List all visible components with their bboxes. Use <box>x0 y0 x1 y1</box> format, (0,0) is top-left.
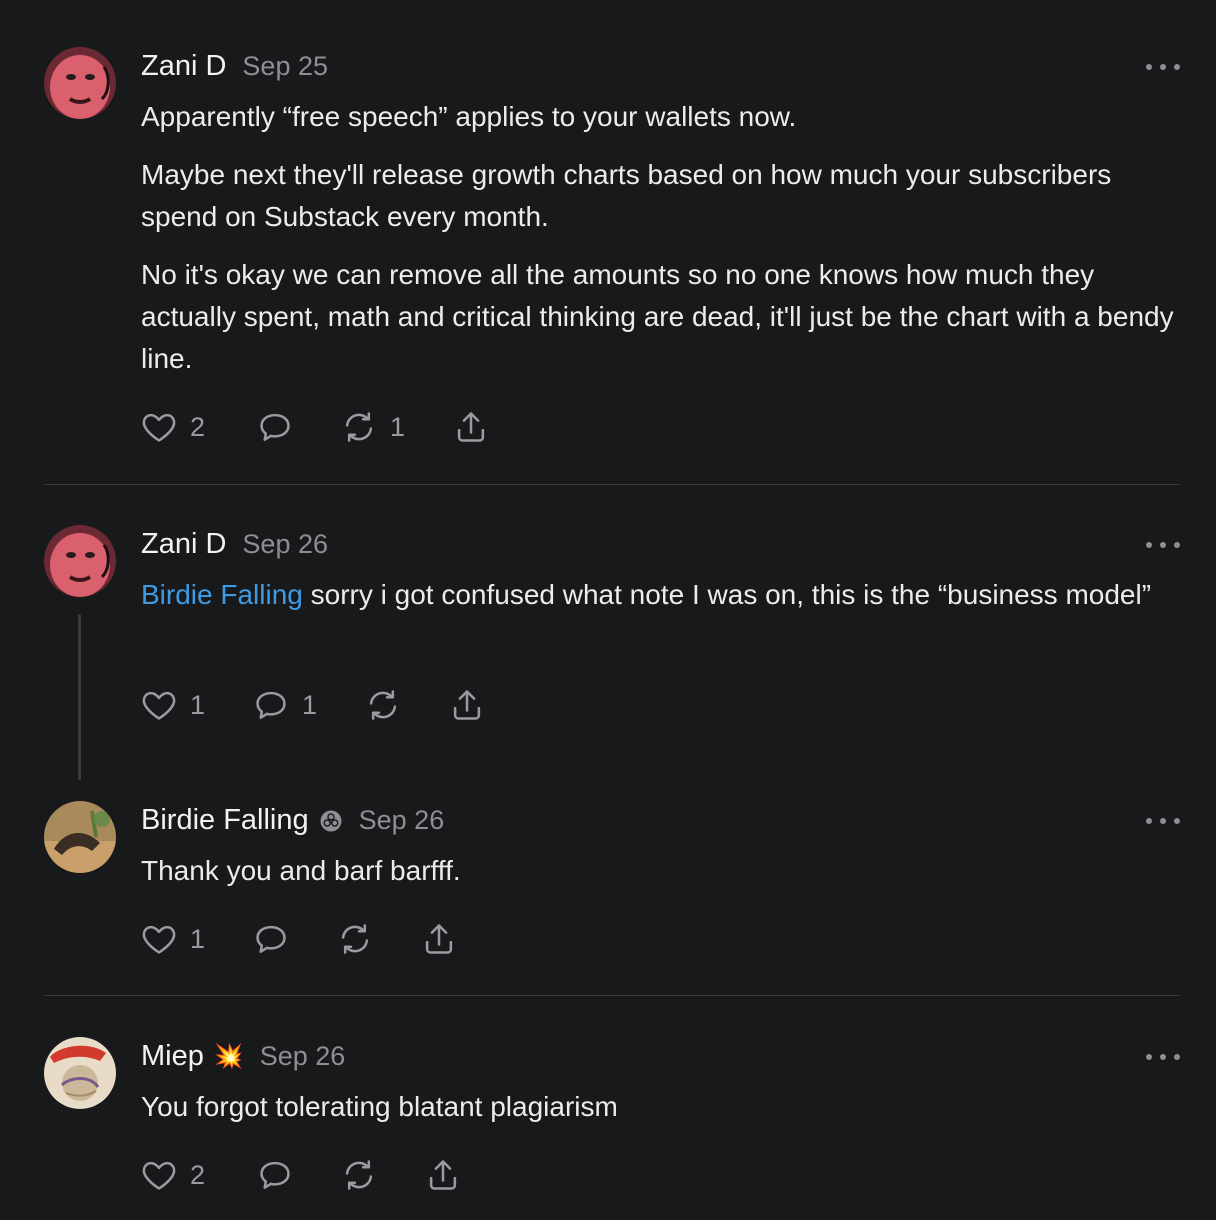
divider <box>44 484 1180 485</box>
note-header: Zani D Sep 26 <box>141 528 328 561</box>
note-body: You forgot tolerating blatant plagiarism <box>141 1086 1181 1144</box>
note-actions: 1 <box>140 920 458 958</box>
author-name[interactable]: Zani D <box>141 528 226 561</box>
note-text: sorry i got confused what note I was on,… <box>302 579 1152 610</box>
note-paragraph: Apparently “free speech” applies to your… <box>141 101 797 132</box>
heart-icon <box>140 686 178 724</box>
restack-button[interactable] <box>336 920 420 958</box>
share-button[interactable] <box>420 920 458 958</box>
like-count: 2 <box>190 1159 206 1190</box>
note-paragraph: No it's okay we can remove all the amoun… <box>141 259 1174 374</box>
share-icon <box>452 408 490 446</box>
share-button[interactable] <box>448 686 486 724</box>
heart-icon <box>140 408 178 446</box>
comment-button[interactable] <box>256 408 340 446</box>
note-body: Birdie Falling sorry i got confused what… <box>141 574 1181 632</box>
like-count: 1 <box>190 923 206 954</box>
avatar[interactable] <box>44 801 116 873</box>
like-count: 2 <box>190 411 206 442</box>
note-date[interactable]: Sep 26 <box>242 529 328 560</box>
note-text: You forgot tolerating blatant plagiarism <box>141 1091 618 1122</box>
more-options-icon[interactable] <box>1146 535 1180 555</box>
avatar[interactable] <box>44 1037 116 1109</box>
note-actions: 2 1 <box>140 408 490 446</box>
thread-line <box>78 614 81 780</box>
note-header: Zani D Sep 25 <box>141 50 328 83</box>
heart-icon <box>140 920 178 958</box>
restack-button[interactable] <box>364 686 448 724</box>
like-button[interactable]: 2 <box>140 408 256 446</box>
restack-icon <box>340 408 378 446</box>
author-name[interactable]: Zani D <box>141 50 226 83</box>
note-text: Thank you and barf barfff. <box>141 855 461 886</box>
comment-icon <box>252 686 290 724</box>
note-date[interactable]: Sep 26 <box>359 805 445 836</box>
comment-icon <box>252 920 290 958</box>
note-date[interactable]: Sep 25 <box>242 51 328 82</box>
note-header: Miep 💥 Sep 26 <box>141 1040 345 1073</box>
share-button[interactable] <box>424 1156 462 1194</box>
comment-count: 1 <box>302 689 318 720</box>
restack-count: 1 <box>390 411 406 442</box>
restack-button[interactable]: 1 <box>340 408 452 446</box>
note-actions: 2 <box>140 1156 462 1194</box>
note-paragraph: Maybe next they'll release growth charts… <box>141 159 1112 232</box>
subscriber-badge-icon <box>319 809 343 833</box>
more-options-icon[interactable] <box>1146 57 1180 77</box>
author-name[interactable]: Birdie Falling <box>141 804 309 837</box>
comment-button[interactable] <box>256 1156 340 1194</box>
like-button[interactable]: 2 <box>140 1156 256 1194</box>
heart-icon <box>140 1156 178 1194</box>
restack-button[interactable] <box>340 1156 424 1194</box>
note-body: Apparently “free speech” applies to your… <box>141 96 1181 396</box>
comment-icon <box>256 408 294 446</box>
share-button[interactable] <box>452 408 490 446</box>
comment-icon <box>256 1156 294 1194</box>
more-options-icon[interactable] <box>1146 1047 1180 1067</box>
avatar[interactable] <box>44 47 116 119</box>
comment-button[interactable]: 1 <box>252 686 364 724</box>
restack-icon <box>364 686 402 724</box>
share-icon <box>424 1156 462 1194</box>
note-actions: 1 1 <box>140 686 486 724</box>
author-emoji-badge: 💥 <box>213 1043 244 1070</box>
share-icon <box>420 920 458 958</box>
like-count: 1 <box>190 689 206 720</box>
note-date[interactable]: Sep 26 <box>260 1041 346 1072</box>
more-options-icon[interactable] <box>1146 811 1180 831</box>
avatar[interactable] <box>44 525 116 597</box>
note-body: Thank you and barf barfff. <box>141 850 1181 908</box>
like-button[interactable]: 1 <box>140 686 252 724</box>
note-header: Birdie Falling Sep 26 <box>141 804 444 837</box>
restack-icon <box>340 1156 378 1194</box>
share-icon <box>448 686 486 724</box>
mention-link[interactable]: Birdie Falling <box>141 579 303 610</box>
author-name[interactable]: Miep <box>141 1040 204 1073</box>
restack-icon <box>336 920 374 958</box>
divider <box>44 995 1180 996</box>
like-button[interactable]: 1 <box>140 920 252 958</box>
comment-button[interactable] <box>252 920 336 958</box>
